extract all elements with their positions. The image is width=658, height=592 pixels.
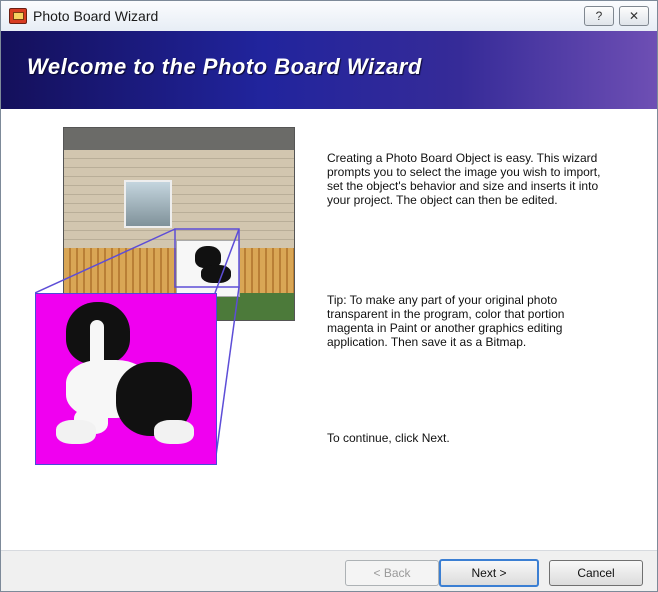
dog-cutout-image [56, 302, 196, 452]
wizard-title: Welcome to the Photo Board Wizard [27, 54, 422, 79]
continue-instruction: To continue, click Next. [327, 431, 450, 445]
next-button[interactable]: Next > [439, 559, 539, 587]
photo-board-wizard-window: Photo Board Wizard ? ✕ Welcome to the Ph… [0, 0, 658, 592]
title-bar: Photo Board Wizard ? ✕ [1, 1, 657, 32]
photo-board-icon [9, 8, 27, 24]
window-image-part [124, 180, 172, 228]
magenta-photo-preview [35, 293, 217, 465]
help-button[interactable]: ? [584, 6, 614, 26]
tip-text: Tip: To make any part of your original p… [327, 293, 565, 349]
intro-description: Creating a Photo Board Object is easy. T… [327, 151, 601, 207]
wizard-content: Creating a Photo Board Object is easy. T… [1, 109, 657, 550]
dog-paw [154, 420, 194, 444]
cancel-button[interactable]: Cancel [549, 560, 643, 586]
wizard-header: Welcome to the Photo Board Wizard [1, 31, 657, 109]
wizard-footer: < Back Next > Cancel [1, 550, 657, 591]
window-title: Photo Board Wizard [33, 8, 159, 24]
dog-paw [56, 420, 96, 444]
back-button[interactable]: < Back [345, 560, 439, 586]
close-button[interactable]: ✕ [619, 6, 649, 26]
